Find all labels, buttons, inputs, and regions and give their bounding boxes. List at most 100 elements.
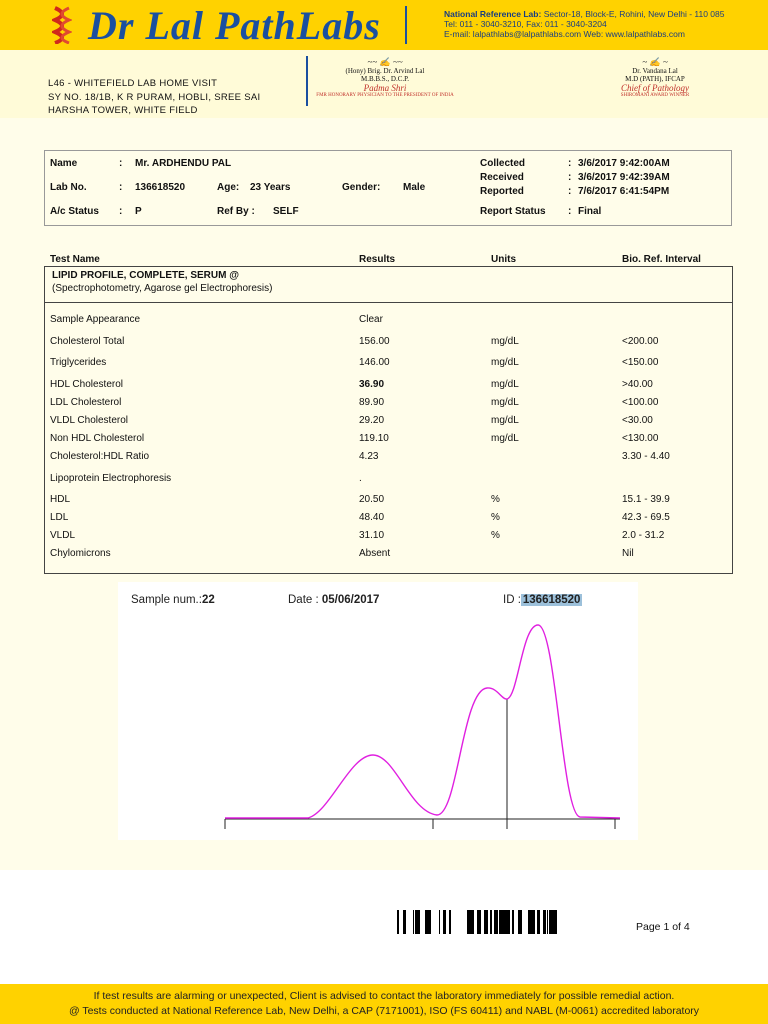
colon: :	[119, 206, 123, 217]
test-name: Lipoprotein Electrophoresis	[50, 473, 172, 484]
result-value: 36.90	[359, 379, 385, 390]
table-row: Cholesterol:HDL Ratio 4.23 3.30 - 4.40	[45, 451, 734, 465]
test-name: Cholesterol:HDL Ratio	[50, 451, 150, 462]
divider	[405, 6, 407, 44]
report-status-label: Report Status	[480, 206, 546, 217]
results-table: LIPID PROFILE, COMPLETE, SERUM @ (Spectr…	[44, 266, 733, 574]
table-row: VLDL Cholesterol 29.20 mg/dL <30.00	[45, 415, 734, 429]
address-line: HARSHA TOWER, WHITE FIELD	[48, 105, 198, 116]
test-name: LDL	[50, 512, 69, 523]
table-row: Triglycerides 146.00 mg/dL <150.00	[45, 357, 734, 371]
colon: :	[568, 186, 572, 197]
test-name: HDL	[50, 494, 71, 505]
patient-name: Mr. ARDHENDU PAL	[135, 158, 232, 169]
colon: :	[119, 158, 123, 169]
test-name: Triglycerides	[50, 357, 107, 368]
ref-interval: <150.00	[622, 357, 659, 368]
lab-number: 136618520	[135, 182, 186, 193]
barcode	[397, 910, 557, 934]
footer: If test results are alarming or unexpect…	[0, 984, 768, 1024]
result-value: 20.50	[359, 494, 385, 505]
table-row: Sample Appearance Clear	[45, 314, 734, 328]
unit: %	[491, 494, 500, 505]
table-row: LDL 48.40% 42.3 - 69.5	[45, 512, 734, 526]
signatory-name: Dr. Vandana Lal	[632, 66, 678, 75]
signatory-award: Padma Shri	[363, 82, 407, 93]
ref-interval: <200.00	[622, 336, 659, 347]
result-value: 156.00	[359, 336, 390, 347]
ref-interval: 2.0 - 31.2	[622, 530, 665, 541]
name-label: Name	[50, 158, 78, 169]
panel-name: LIPID PROFILE, COMPLETE, SERUM @	[52, 270, 239, 281]
test-name: Cholesterol Total	[50, 336, 125, 347]
ref-by: SELF	[273, 206, 299, 217]
result-value: 119.10	[359, 433, 389, 444]
patient-info-box: Name : Mr. ARDHENDU PAL Lab No. : 136618…	[44, 150, 732, 226]
ref-interval: <30.00	[622, 415, 653, 426]
age-label: Age:	[217, 182, 240, 193]
collected-label: Collected	[480, 158, 526, 169]
test-name: Chylomicrons	[50, 548, 111, 559]
result-value: 146.00	[359, 357, 390, 368]
ref-interval: Nil	[622, 548, 634, 559]
nat-lab-label: National Reference Lab:	[444, 9, 542, 19]
test-name: VLDL Cholesterol	[50, 415, 129, 426]
electrophoresis-curve	[225, 624, 621, 819]
signatory-note: SHIROMANI AWARD WINNER	[620, 93, 690, 98]
result-value: .	[359, 473, 362, 484]
address-line: SY NO. 18/1B, K R PURAM, HOBLI, SREE SAI	[48, 91, 261, 103]
unit: mg/dL	[491, 357, 519, 368]
result-value: 31.10	[359, 530, 385, 541]
gender: Male	[403, 182, 426, 193]
test-name: LDL Cholesterol	[50, 397, 122, 408]
colon: :	[568, 158, 572, 169]
test-name: Sample Appearance	[50, 314, 141, 325]
signatory-award: Chief of Pathology	[621, 82, 689, 93]
ac-status: P	[135, 206, 142, 217]
test-name: HDL Cholesterol	[50, 379, 123, 390]
received-time: 3/6/2017 9:42:39AM	[578, 172, 670, 183]
col-header-ref: Bio. Ref. Interval	[622, 254, 701, 265]
signature: ~ ✍ ~	[642, 57, 668, 67]
page-number: Page 1 of 4	[636, 921, 690, 933]
unit: mg/dL	[491, 433, 519, 444]
col-header-units: Units	[491, 254, 516, 265]
unit: mg/dL	[491, 336, 519, 347]
result-value: 89.90	[359, 397, 385, 408]
dna-logo-icon	[52, 6, 72, 44]
signature: ~~ ✍ ~~	[367, 57, 403, 67]
received-label: Received	[480, 172, 524, 183]
table-row: Non HDL Cholesterol 119.10 mg/dL <130.00	[45, 433, 734, 447]
electrophoresis-chart: Sample num.:22 Date : 05/06/2017 ID :136…	[118, 582, 638, 840]
signatory-name: (Hony) Brig. Dr. Arvind Lal	[345, 66, 425, 75]
test-name: VLDL	[50, 530, 76, 541]
test-name: Non HDL Cholesterol	[50, 433, 145, 444]
footer-disclaimer: If test results are alarming or unexpect…	[93, 990, 675, 1002]
table-row: Cholesterol Total 156.00 mg/dL <200.00	[45, 336, 734, 350]
table-row: Lipoprotein Electrophoresis.	[45, 473, 734, 487]
panel-header: LIPID PROFILE, COMPLETE, SERUM @ (Spectr…	[45, 267, 732, 303]
ref-by-label: Ref By :	[217, 206, 255, 217]
brand-logo: Dr Lal PathLabs	[88, 3, 381, 48]
ref-interval: 15.1 - 39.9	[622, 494, 670, 505]
national-lab-info: National Reference Lab: Sector-18, Block…	[444, 9, 724, 39]
unit: %	[491, 530, 500, 541]
result-value: 48.40	[359, 512, 385, 523]
labno-label: Lab No.	[50, 182, 87, 193]
signatory-vandana-lal: ~ ✍ ~ Dr. Vandana Lal M.D (PATH), IFCAP …	[600, 58, 710, 101]
nat-lab-web: E-mail: lalpathlabs@lalpathlabs.com Web:…	[444, 29, 685, 39]
col-header-test: Test Name	[50, 254, 100, 265]
result-value: 4.23	[359, 451, 379, 462]
age: 23 Years	[250, 182, 291, 193]
colon: :	[568, 172, 572, 183]
col-header-results: Results	[359, 254, 396, 265]
table-row: LDL Cholesterol 89.90 mg/dL <100.00	[45, 397, 734, 411]
nat-lab-address: Sector-18, Block-E, Rohini, New Delhi - …	[543, 9, 725, 19]
unit: mg/dL	[491, 379, 519, 390]
ac-status-label: A/c Status	[50, 206, 99, 217]
panel-method: (Spectrophotometry, Agarose gel Electrop…	[52, 283, 273, 294]
result-value: Clear	[359, 314, 383, 325]
report-status: Final	[578, 206, 602, 217]
ref-interval: 3.30 - 4.40	[622, 451, 670, 462]
divider	[306, 56, 308, 106]
